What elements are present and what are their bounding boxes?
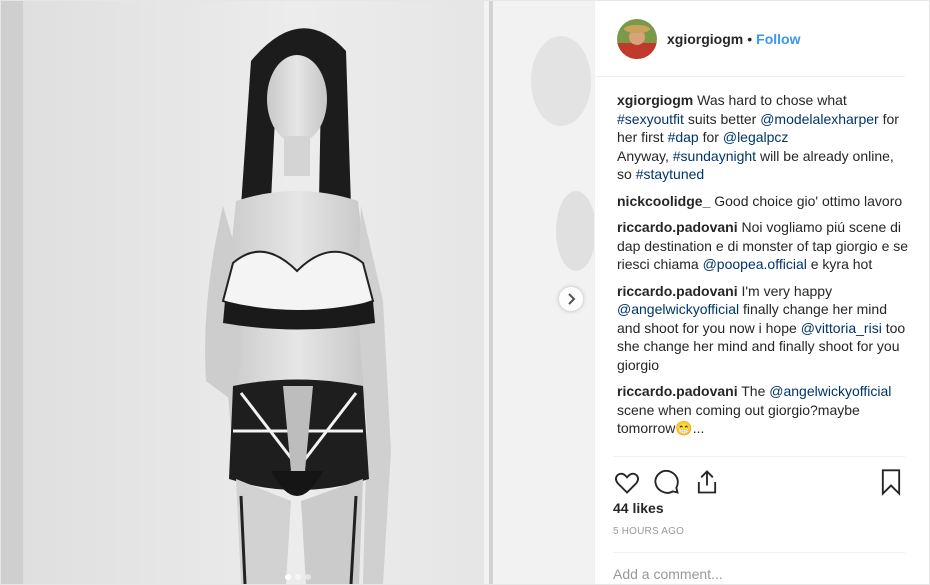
mention-link[interactable]: @vittoria_risi	[801, 320, 882, 336]
post-sidebar: xgiorgiogm • Follow xgiorgiogm Was hard …	[594, 1, 929, 584]
header-separator: •	[747, 30, 753, 47]
avatar[interactable]	[617, 18, 657, 59]
post-photo[interactable]	[1, 1, 594, 584]
heart-icon[interactable]	[613, 468, 641, 496]
avatar-image	[617, 18, 657, 59]
comment-username[interactable]: riccardo.padovani	[617, 283, 738, 299]
post-timestamp[interactable]: 5 HOURS AGO	[613, 526, 684, 537]
comment-text: suits better	[683, 110, 761, 127]
mention-link[interactable]: @poopea.official	[703, 256, 807, 272]
comment-text: The	[741, 383, 770, 399]
comments-list: xgiorgiogm Was hard to chose what #sexyo…	[617, 91, 909, 446]
caption: xgiorgiogm Was hard to chose what #sexyo…	[617, 91, 909, 184]
comment-text: Good choice gio' ottimo lavoro	[714, 192, 903, 209]
chevron-right-icon	[568, 293, 576, 305]
comment-username[interactable]: riccardo.padovani	[617, 219, 738, 235]
comment-item: riccardo.padovani Noi vogliamo piú scene…	[617, 218, 909, 274]
mention-link[interactable]: @angelwickyofficial	[617, 301, 739, 317]
add-comment-bar	[613, 552, 905, 585]
comment-item: riccardo.padovani The @angelwickyofficia…	[617, 382, 909, 438]
bookmark-icon[interactable]	[877, 468, 905, 496]
post-header: xgiorgiogm • Follow	[595, 1, 905, 77]
comment-item: riccardo.padovani I'm very happy @angelw…	[617, 282, 909, 375]
comment-text: I'm very happy	[741, 282, 833, 299]
likes-count[interactable]: 44 likes	[613, 500, 664, 516]
hashtag-link[interactable]: #sexyoutfit	[617, 111, 684, 127]
mention-link[interactable]: @legalpcz	[723, 129, 789, 145]
action-bar	[613, 456, 905, 504]
hashtag-link[interactable]: #sundaynight	[673, 148, 756, 164]
hashtag-link[interactable]: #staytuned	[636, 166, 705, 182]
hashtag-link[interactable]: #dap	[668, 129, 699, 145]
follow-button[interactable]: Follow	[756, 31, 800, 47]
mention-link[interactable]: @angelwickyofficial	[769, 383, 891, 399]
add-comment-input[interactable]	[613, 566, 905, 582]
comment-text: Was hard to chose what	[697, 92, 847, 108]
comment-item: nickcoolidge_ Good choice gio' ottimo la…	[617, 192, 909, 211]
comment-text: e kyra hot	[806, 256, 873, 272]
photo-image	[1, 1, 594, 584]
comment-username[interactable]: riccardo.padovani	[617, 383, 738, 399]
next-slide-button[interactable]	[559, 287, 583, 311]
carousel-dot	[284, 574, 291, 580]
comment-text: Anyway,	[617, 147, 673, 164]
carousel-dot	[294, 574, 301, 580]
carousel-dot	[304, 574, 311, 580]
share-icon[interactable]	[693, 468, 721, 496]
carousel-dots	[1, 574, 594, 580]
comment-body: Good choice gio' ottimo lavoro	[714, 193, 902, 209]
mention-link[interactable]: @modelalexharper	[760, 111, 879, 127]
comment-text: scene when coming out giorgio?maybe tomo…	[617, 401, 860, 437]
comment-username[interactable]: nickcoolidge_	[617, 193, 710, 209]
author-username[interactable]: xgiorgiogm	[667, 31, 743, 47]
instagram-post: xgiorgiogm • Follow xgiorgiogm Was hard …	[0, 0, 930, 585]
comment-text: for	[698, 129, 723, 145]
comment-icon[interactable]	[653, 468, 681, 496]
caption-username[interactable]: xgiorgiogm	[617, 92, 693, 108]
